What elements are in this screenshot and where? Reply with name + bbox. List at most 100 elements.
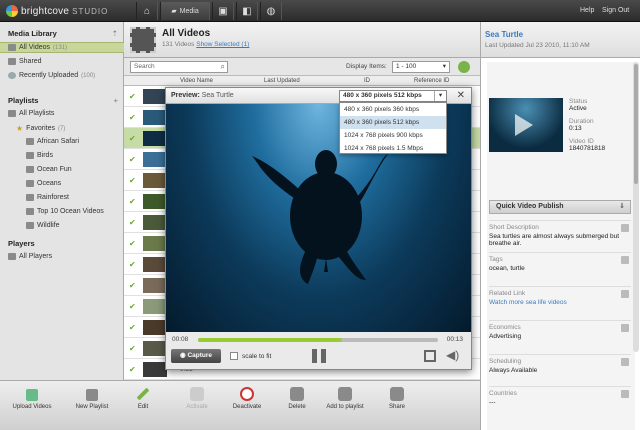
tags-field[interactable]: Tags ocean, turtle — [489, 252, 631, 272]
delete-button[interactable]: Delete — [272, 387, 322, 410]
show-selected-link[interactable]: Show Selected (1) — [196, 41, 249, 48]
economics-icon[interactable] — [621, 324, 629, 332]
page-title: All Videos — [162, 28, 211, 39]
close-icon[interactable]: ✕ — [457, 90, 465, 101]
col-id[interactable]: ID — [364, 78, 370, 84]
sidebar-item-recent[interactable]: Recently Uploaded (100) — [0, 70, 124, 81]
details-scrollbar[interactable] — [633, 62, 639, 352]
video-thumbnail — [143, 194, 167, 209]
rendition-option[interactable]: 1024 x 768 pixels 1.5 Mbps — [340, 142, 446, 155]
upload-videos-button[interactable]: Upload Videos — [2, 389, 62, 410]
playlist-item[interactable]: Rainforest — [0, 192, 124, 203]
brightcove-logo-icon — [6, 5, 18, 17]
search-input[interactable]: Search ⌕ — [130, 61, 228, 73]
economics-field[interactable]: Economics Advertising — [489, 320, 631, 340]
publish-button[interactable]: ▣ — [212, 2, 234, 20]
share-icon — [390, 387, 404, 401]
rendition-option[interactable]: 480 x 360 pixels 360 kbps — [340, 103, 446, 116]
signout-link[interactable]: Sign Out — [602, 7, 629, 14]
new-playlist-button[interactable]: New Playlist — [62, 389, 122, 410]
check-icon: ✔ — [129, 113, 136, 122]
home-button[interactable]: ⌂ — [136, 2, 158, 20]
add-to-playlist-button[interactable]: Add to playlist — [320, 387, 370, 410]
playlist-icon — [26, 180, 34, 187]
display-items-label: Display Items: — [346, 63, 387, 70]
sidebar-item-shared[interactable]: Shared — [0, 56, 124, 67]
playlist-item[interactable]: Oceans — [0, 178, 124, 189]
short-description-field[interactable]: Short Description Sea turtles are almost … — [489, 220, 631, 247]
playlist-item[interactable]: Ocean Fun — [0, 164, 124, 175]
tag-icon[interactable] — [621, 256, 629, 264]
scale-to-fit-checkbox[interactable] — [230, 352, 238, 360]
check-icon: ✔ — [129, 302, 136, 311]
col-video-name[interactable]: Video Name — [180, 78, 213, 84]
playlist-icon — [26, 208, 34, 215]
search-icon[interactable]: ⌕ — [221, 62, 225, 72]
check-icon: ✔ — [129, 281, 136, 290]
rendition-option-selected[interactable]: 480 x 360 pixels 512 kbps — [340, 116, 446, 129]
fullscreen-icon[interactable] — [424, 350, 436, 362]
sidebar-item-favorites[interactable]: ★ Favorites (7) — [0, 123, 124, 134]
video-thumbnail — [143, 362, 167, 377]
scale-to-fit-label: scale to fit — [242, 353, 272, 360]
upload-icon — [26, 389, 38, 401]
players-heading: Players — [8, 239, 35, 248]
refresh-button[interactable] — [458, 61, 470, 73]
video-thumbnail — [143, 131, 167, 146]
check-icon: ✔ — [129, 323, 136, 332]
col-reference-id[interactable]: Reference ID — [414, 78, 449, 84]
seek-bar[interactable] — [198, 338, 438, 342]
video-thumbnail — [143, 341, 167, 356]
deactivate-button[interactable]: Deactivate — [222, 387, 272, 410]
countries-field[interactable]: Countries --- — [489, 386, 631, 406]
logo-suffix: STUDIO — [72, 6, 109, 16]
check-icon: ✔ — [129, 92, 136, 101]
globe-icon[interactable] — [621, 390, 629, 398]
collapse-icon[interactable]: ⇡ — [112, 29, 118, 38]
playlist-icon — [26, 194, 34, 201]
playlist-icon — [26, 138, 34, 145]
edit-icon[interactable] — [621, 224, 629, 232]
media-button[interactable]: ▰ Media — [160, 2, 210, 20]
help-link[interactable]: Help — [580, 7, 594, 14]
rendition-select[interactable]: 480 x 360 pixels 512 kbps ▾ — [339, 90, 447, 102]
rendition-option[interactable]: 1024 x 768 pixels 900 kbps — [340, 129, 446, 142]
check-icon: ✔ — [129, 260, 136, 269]
display-items-select[interactable]: 1 - 100 ▾ — [392, 61, 450, 73]
brightcove-logo: brightcove STUDIO — [6, 4, 108, 18]
details-body: Status Active Duration 0:13 Video ID 184078… — [487, 62, 635, 430]
capture-button[interactable]: ◉ Capture — [171, 349, 221, 363]
preview-label: Preview: — [171, 92, 200, 99]
add-playlist-icon[interactable]: + — [114, 96, 118, 105]
playlist-item[interactable]: Top 10 Ocean Videos — [0, 206, 124, 217]
sidebar-item-all-players[interactable]: All Players — [0, 251, 124, 262]
share-button[interactable]: Share — [372, 387, 422, 410]
chat-button[interactable]: ◍ — [260, 2, 282, 20]
quick-video-publish-button[interactable]: Quick Video Publish ⇓ — [489, 200, 631, 214]
col-last-updated[interactable]: Last Updated — [264, 78, 300, 84]
videos-icon — [8, 44, 16, 51]
volume-icon[interactable]: ◀) — [446, 348, 459, 362]
activate-button[interactable]: Activate — [172, 387, 222, 410]
pause-icon[interactable] — [312, 349, 326, 363]
list-actions: Edit Activate Deactivate Delete Add to p… — [124, 380, 480, 430]
folder-icon: ▰ — [171, 8, 177, 15]
edit-button[interactable]: Edit — [118, 387, 168, 410]
playlist-icon — [26, 152, 34, 159]
sidebar-item-all-playlists[interactable]: All Playlists — [0, 108, 124, 119]
playlist-item[interactable]: Birds — [0, 150, 124, 161]
seek-bar-progress — [198, 338, 342, 342]
rendition-dropdown: 480 x 360 pixels 360 kbps 480 x 360 pixe… — [339, 102, 447, 154]
analytics-button[interactable]: ◧ — [236, 2, 258, 20]
details-title: Sea Turtle — [485, 30, 524, 39]
playlist-item[interactable]: Wildlife — [0, 220, 124, 231]
link-icon[interactable] — [621, 290, 629, 298]
video-preview-thumbnail[interactable] — [489, 98, 563, 152]
scheduling-field[interactable]: Scheduling Always Available — [489, 354, 631, 374]
related-link-field[interactable]: Related Link Watch more sea life videos — [489, 286, 631, 306]
sidebar-item-all-videos[interactable]: All Videos (131) — [0, 42, 124, 53]
play-icon[interactable] — [515, 114, 533, 136]
calendar-icon[interactable] — [621, 358, 629, 366]
playlist-item[interactable]: African Safari — [0, 136, 124, 147]
trash-icon — [290, 387, 304, 401]
